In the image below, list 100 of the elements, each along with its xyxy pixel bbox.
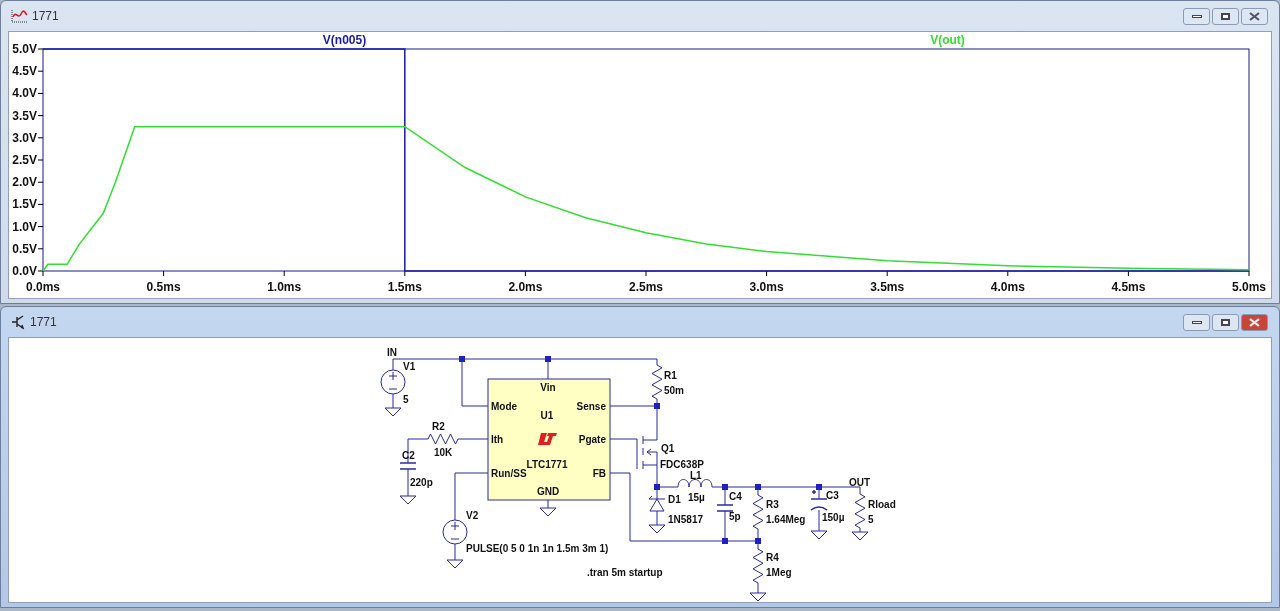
x-tick-label: 2.5ms	[629, 280, 663, 294]
maximize-icon	[1221, 12, 1230, 20]
diode-symbol	[648, 495, 666, 512]
ground-symbol	[446, 555, 464, 569]
component-label: Q1	[661, 443, 675, 454]
pin-label: Pgate	[578, 434, 606, 445]
x-tick-label: 2.0ms	[508, 280, 543, 294]
component-value: PULSE(0 5 0 1n 1n 1.5m 3m 1)	[466, 543, 609, 554]
x-tick-label: 0.5ms	[146, 280, 181, 294]
close-icon	[1249, 317, 1260, 327]
maximize-button[interactable]	[1212, 313, 1239, 331]
maximize-button[interactable]	[1212, 7, 1239, 25]
minimize-icon	[1191, 320, 1202, 324]
component-value: 220p	[410, 477, 433, 488]
pin-label: FB	[592, 468, 606, 479]
window-title: 1771	[30, 314, 57, 331]
voltage-source-symbol	[380, 369, 406, 395]
component-label: D1	[668, 494, 681, 505]
x-tick-label: 1.5ms	[387, 280, 422, 294]
close-icon	[1249, 11, 1260, 21]
component-label: V2	[466, 510, 479, 521]
pin-label: Sense	[576, 401, 606, 412]
component-value: 10K	[434, 447, 453, 458]
y-tick-label: 1.5V	[12, 197, 37, 212]
y-tick-label: 4.0V	[12, 86, 37, 101]
pin-label: Run/SS	[491, 468, 527, 479]
y-tick-label: 3.5V	[12, 108, 37, 123]
transistor-icon	[10, 314, 26, 330]
minimize-icon	[1191, 14, 1202, 18]
net-label: OUT	[849, 477, 871, 488]
capacitor-symbol	[716, 504, 734, 512]
inductor-symbol	[677, 479, 713, 488]
voltage-source-symbol	[442, 519, 468, 545]
x-tick-label: 4.5ms	[1111, 280, 1146, 294]
x-tick-label: 0.0ms	[26, 280, 60, 294]
net-label: IN	[387, 347, 397, 358]
component-value: 150µ	[822, 512, 845, 523]
component-label: R4	[766, 552, 779, 563]
component-label: R1	[664, 370, 677, 381]
resistor-symbol	[651, 364, 663, 400]
component-label: Rload	[868, 499, 896, 510]
component-label: C4	[729, 491, 742, 502]
resistor-symbol	[427, 433, 459, 445]
pin-label: Vin	[540, 382, 556, 393]
x-tick-label: 5.0ms	[1232, 280, 1266, 294]
y-tick-label: 2.5V	[12, 153, 37, 167]
ground-symbol	[810, 526, 828, 540]
component-value: 1N5817	[668, 514, 704, 525]
component-label: R3	[766, 499, 779, 510]
mosfet-symbol	[636, 435, 658, 470]
component-value: 15µ	[688, 492, 705, 503]
x-tick-label: 3.5ms	[870, 280, 905, 294]
pin-label: Ith	[491, 434, 504, 445]
window-title: 1771	[32, 8, 59, 25]
component-label: L1	[690, 470, 702, 481]
y-tick-label: 5.0V	[12, 42, 37, 56]
y-tick-label: 0.0V	[12, 264, 37, 278]
logo-icon	[538, 433, 557, 445]
pin-label: GND	[536, 486, 560, 497]
pin-label: Mode	[491, 401, 518, 412]
waveform-icon	[10, 8, 28, 24]
component-label: C2	[402, 450, 415, 461]
component-label: V1	[403, 361, 416, 372]
y-tick-label: 3.0V	[12, 130, 37, 145]
component-value: 50m	[664, 385, 684, 396]
trace-label[interactable]: V(n005)	[322, 33, 367, 47]
component-label: R2	[432, 421, 445, 432]
x-tick-label: 3.0ms	[749, 280, 784, 294]
y-tick-label: 0.5V	[12, 241, 37, 256]
ground-symbol	[851, 527, 869, 541]
y-tick-label: 4.5V	[12, 64, 37, 79]
resistor-symbol	[854, 493, 866, 529]
minimize-button[interactable]	[1183, 313, 1210, 331]
x-tick-label: 1.0ms	[267, 280, 302, 294]
component-value: 1Meg	[766, 567, 792, 578]
ground-symbol	[749, 588, 767, 602]
ground-symbol	[539, 503, 557, 517]
capacitor-symbol	[399, 462, 417, 470]
component-value: 5	[868, 514, 874, 525]
component-value: FDC638P	[660, 459, 704, 470]
component-value: 5p	[729, 511, 741, 522]
ground-symbol	[384, 403, 402, 417]
y-tick-label: 2.0V	[12, 175, 37, 190]
minimize-button[interactable]	[1183, 7, 1210, 25]
component-label: U1	[540, 410, 554, 421]
component-value: LTC1771	[526, 459, 568, 470]
component-label: C3	[826, 490, 839, 501]
component-value: 5	[403, 394, 409, 405]
resistor-symbol	[752, 548, 764, 584]
y-tick-label: 1.0V	[12, 219, 37, 234]
maximize-icon	[1221, 318, 1230, 326]
component-value: 1.64Meg	[766, 514, 806, 525]
ground-symbol	[399, 491, 417, 505]
x-tick-label: 4.0ms	[990, 280, 1025, 294]
close-button[interactable]	[1241, 313, 1268, 331]
resistor-symbol	[752, 494, 764, 530]
spice-directive: .tran 5m startup	[587, 567, 663, 578]
close-button[interactable]	[1241, 7, 1268, 25]
polarized-capacitor-symbol	[810, 489, 828, 511]
ground-symbol	[648, 520, 666, 534]
